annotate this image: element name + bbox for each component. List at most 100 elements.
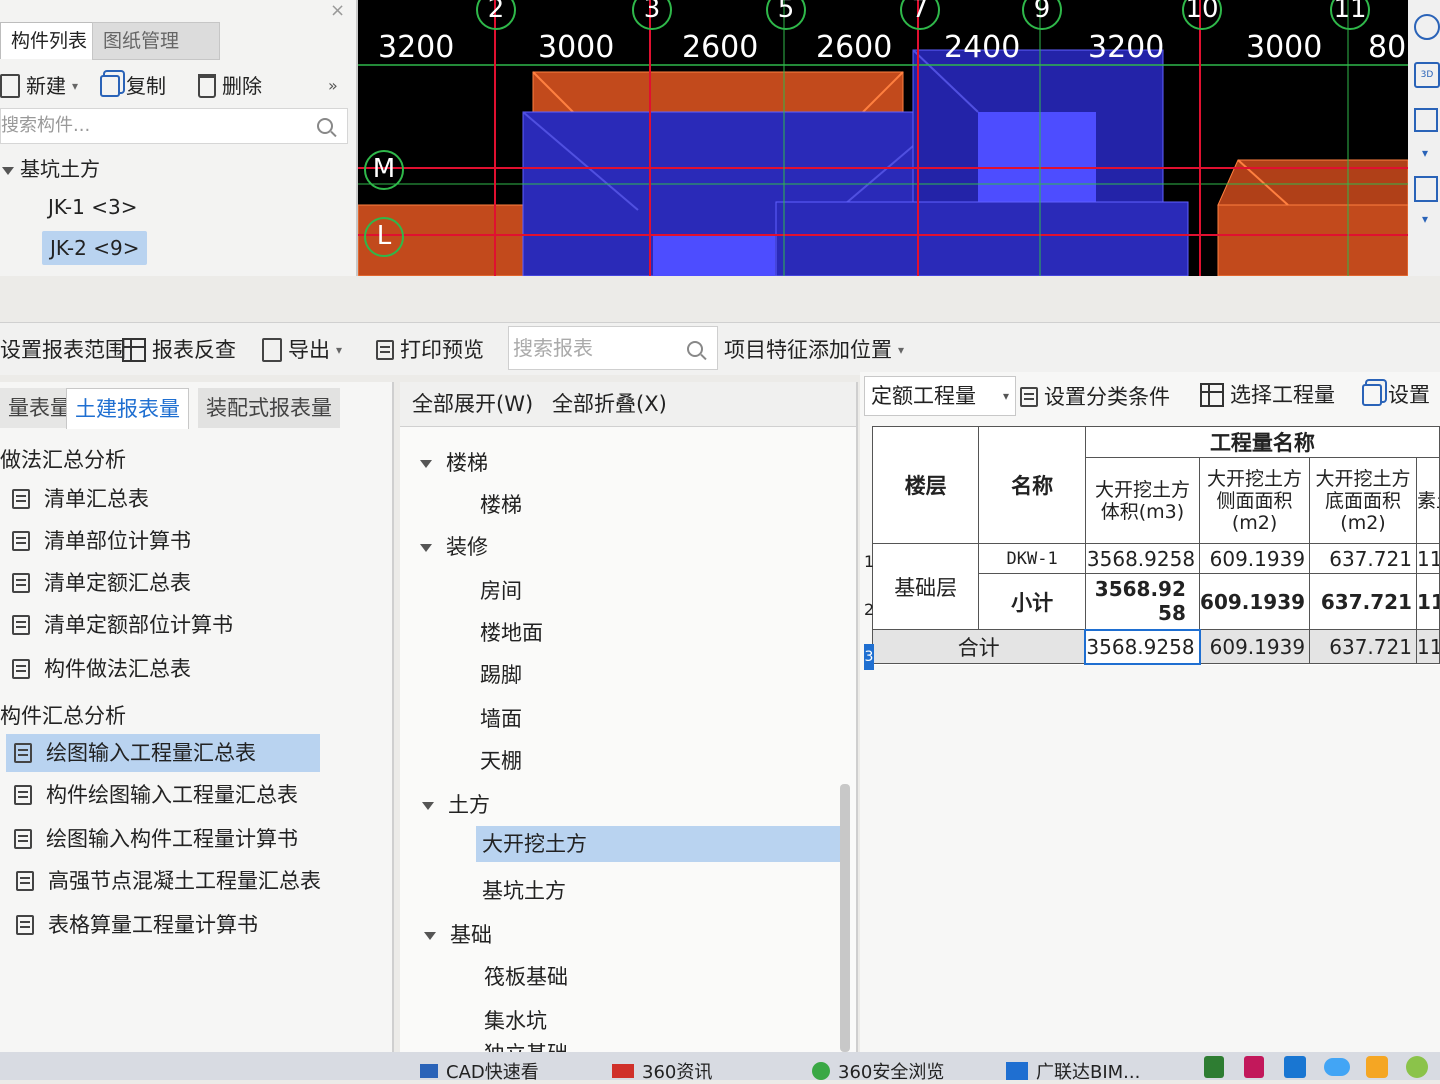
orbit-icon[interactable]: [1414, 14, 1440, 40]
cell-total-value[interactable]: 609.1939: [1199, 629, 1311, 664]
report-search-input[interactable]: 搜索报表: [508, 326, 718, 370]
quantity-mode-select[interactable]: 定额工程量 ▾: [864, 376, 1016, 416]
tree-group-earthwork[interactable]: 土方: [422, 788, 490, 822]
row-number[interactable]: 1: [864, 552, 874, 571]
report-item[interactable]: 高强节点混凝土工程量汇总表: [16, 862, 321, 900]
3d-view-icon[interactable]: 3D: [1414, 62, 1440, 88]
report-item[interactable]: 构件做法汇总表: [12, 650, 191, 688]
tray-app-icon[interactable]: [1366, 1056, 1388, 1078]
tree-item-jk1[interactable]: JK-1 <3>: [48, 190, 137, 224]
section-component-summary[interactable]: 构件汇总分析: [0, 700, 126, 730]
chevron-down-icon[interactable]: ▾: [1422, 212, 1428, 226]
tab-civil-report[interactable]: 土建报表量: [66, 388, 189, 429]
tree-item[interactable]: 基坑土方: [482, 874, 566, 908]
cell-value-subtotal[interactable]: 11: [1415, 573, 1440, 630]
cell-total-value-active[interactable]: 3568.9258: [1084, 628, 1201, 665]
tray-app-icon[interactable]: [1244, 1056, 1264, 1078]
chevron-down-icon[interactable]: ▾: [1422, 146, 1428, 160]
report-item[interactable]: 清单部位计算书: [12, 522, 191, 560]
cell-value[interactable]: 609.1939: [1199, 543, 1311, 574]
tree-group-label: 装修: [446, 535, 488, 559]
report-item[interactable]: 清单定额汇总表: [12, 564, 191, 602]
report-item[interactable]: 清单汇总表: [12, 480, 149, 518]
export-button[interactable]: 导出 ▾: [262, 333, 342, 367]
tab-drawing-management[interactable]: 图纸管理: [92, 22, 220, 60]
report-item[interactable]: 绘图输入构件工程量计算书: [14, 820, 298, 858]
tree-group-stairs[interactable]: 楼梯: [420, 446, 488, 480]
quantity-mode-value: 定额工程量: [871, 384, 976, 408]
more-tools-button[interactable]: »: [328, 68, 338, 104]
dimension-label: 3000: [538, 30, 615, 65]
report-item[interactable]: 清单定额部位计算书: [12, 606, 233, 644]
expand-caret-icon[interactable]: [2, 166, 14, 175]
cube-view-icon[interactable]: [1414, 108, 1438, 132]
expand-caret-icon[interactable]: [420, 544, 432, 552]
tree-item-jk2-selected[interactable]: JK-2 <9>: [42, 231, 148, 265]
copy-button[interactable]: 复制: [100, 68, 166, 104]
shield-icon[interactable]: [1204, 1056, 1224, 1078]
print-preview-button[interactable]: 打印预览: [376, 333, 484, 367]
report-scope-button[interactable]: 设置报表范围: [0, 333, 126, 367]
tab-component-list[interactable]: 构件列表: [0, 22, 100, 59]
box-view-icon[interactable]: [1414, 176, 1438, 202]
search-icon[interactable]: [687, 341, 703, 357]
taskbar-item[interactable]: 360安全浏览: [812, 1058, 944, 1084]
row-number-active[interactable]: 3: [864, 644, 874, 670]
cell-value[interactable]: 11: [1415, 543, 1440, 574]
cell-value-subtotal[interactable]: 637.721: [1309, 573, 1417, 630]
cell-value-subtotal[interactable]: 609.1939: [1199, 573, 1311, 630]
settings-button[interactable]: 设置: [1362, 378, 1430, 412]
cell-name-subtotal[interactable]: 小计: [978, 573, 1086, 630]
cell-floor[interactable]: 基础层: [871, 543, 980, 630]
new-button[interactable]: 新建 ▾: [0, 68, 78, 104]
scrollbar[interactable]: [840, 784, 850, 1052]
cell-value[interactable]: 3568.9258: [1084, 543, 1201, 574]
taskbar-item[interactable]: 360资讯: [612, 1058, 712, 1084]
report-item-selected[interactable]: 绘图输入工程量汇总表: [6, 734, 320, 772]
taskbar-item[interactable]: 广联达BIM...: [1006, 1058, 1140, 1084]
search-icon[interactable]: [317, 118, 333, 134]
tree-item[interactable]: 楼梯: [480, 488, 522, 522]
tray-app-icon[interactable]: [1284, 1056, 1306, 1078]
tree-item-selected[interactable]: 大开挖土方: [476, 826, 840, 862]
tree-item[interactable]: 踢脚: [480, 658, 522, 692]
delete-button[interactable]: 删除: [198, 68, 262, 104]
expand-caret-icon[interactable]: [420, 460, 432, 468]
set-classification-button[interactable]: 设置分类条件: [1020, 380, 1170, 414]
cell-name[interactable]: DKW-1: [978, 543, 1086, 574]
close-icon[interactable]: ×: [330, 0, 345, 21]
cell-total-label[interactable]: 合计: [872, 629, 1086, 664]
feature-position-dropdown[interactable]: 项目特征添加位置 ▾: [724, 333, 904, 367]
tree-group-finishing[interactable]: 装修: [420, 530, 488, 564]
tree-item[interactable]: 天棚: [480, 744, 522, 778]
tab-prefab-report[interactable]: 装配式报表量: [198, 388, 340, 428]
taskbar-item[interactable]: CAD快速看: [420, 1058, 539, 1084]
row-number[interactable]: 2: [864, 600, 874, 619]
report-reverse-check-button[interactable]: 报表反查: [122, 333, 236, 367]
tree-group-foundation[interactable]: 基础: [424, 918, 492, 952]
report-item[interactable]: 表格算量工程量计算书: [16, 906, 258, 944]
component-search-input[interactable]: 搜索构件...: [0, 108, 348, 144]
tree-item[interactable]: 房间: [480, 574, 522, 608]
tree-item[interactable]: 楼地面: [480, 616, 543, 650]
collapse-all-button[interactable]: 全部折叠(X): [552, 388, 667, 420]
tree-item[interactable]: 集水坑: [484, 1004, 547, 1038]
cell-value-subtotal[interactable]: 3568.9258: [1084, 573, 1201, 630]
select-quantity-button[interactable]: 选择工程量: [1200, 378, 1335, 412]
report-item[interactable]: 构件绘图输入工程量汇总表: [14, 776, 298, 814]
expand-caret-icon[interactable]: [424, 932, 436, 940]
cell-value[interactable]: 637.721: [1309, 543, 1417, 574]
tree-group-label: 基础: [450, 923, 492, 947]
component-type-tree-panel: [400, 382, 858, 1080]
expand-all-button[interactable]: 全部展开(W): [412, 388, 533, 420]
tree-group-pit-earthwork[interactable]: 基坑土方: [2, 152, 100, 186]
expand-caret-icon[interactable]: [422, 802, 434, 810]
section-method-summary[interactable]: 做法汇总分析: [0, 444, 126, 474]
tree-item[interactable]: 筏板基础: [484, 960, 568, 994]
cloud-icon[interactable]: [1324, 1058, 1350, 1076]
tray-app-icon[interactable]: [1406, 1056, 1428, 1078]
cell-total-value[interactable]: 637.721: [1309, 629, 1417, 664]
model-viewport[interactable]: 3200 3000 2600 2600 2400 3200 3000 800 2…: [358, 0, 1408, 276]
tree-item[interactable]: 墙面: [480, 702, 522, 736]
cell-total-value[interactable]: 11: [1415, 629, 1440, 664]
